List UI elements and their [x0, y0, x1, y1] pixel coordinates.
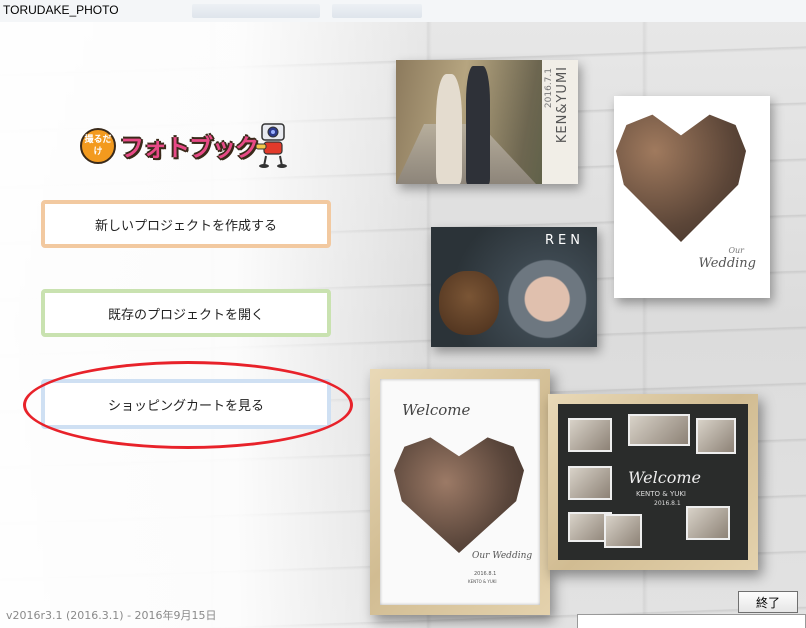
- sample-frame-chalkboard: Welcome KENTO & YUKI 2016.8.1: [548, 394, 758, 570]
- app-logo: 撮るだけ フォトブック: [80, 122, 290, 172]
- quit-button[interactable]: 終了: [738, 591, 798, 613]
- sample-photo-couple: KEN&YUMI 2016.7.1: [396, 60, 578, 184]
- logo-text: フォトブック: [120, 134, 259, 162]
- sample-photo-baby: REN: [431, 227, 597, 347]
- open-project-button[interactable]: 既存のプロジェクトを開く: [41, 289, 331, 337]
- welcome-names: KENTO & YUKI: [468, 579, 497, 584]
- shopping-cart-button[interactable]: ショッピングカートを見る: [41, 379, 331, 429]
- baby-title: REN: [545, 233, 584, 248]
- logo-badge: 撮るだけ: [80, 128, 116, 164]
- camera-mascot-icon: [256, 123, 287, 168]
- sample-frame-welcome: Welcome Our Wedding 2016.8.1 KENTO & YUK…: [370, 369, 550, 615]
- chalk-names: KENTO & YUKI: [636, 490, 686, 498]
- couple-title: KEN&YUMI: [555, 66, 570, 144]
- window-title: TORUDAKE_PHOTO: [3, 3, 119, 17]
- new-project-button[interactable]: 新しいプロジェクトを作成する: [41, 200, 331, 248]
- background-tab: [332, 4, 422, 18]
- welcome-script: Our Wedding: [472, 551, 533, 561]
- main-content: 撮るだけ フォトブック 新しいプロジェクトを作成する 既存のプロジェクトを開く …: [0, 22, 806, 628]
- chalk-date: 2016.8.1: [654, 500, 681, 507]
- partial-popup: [577, 614, 806, 628]
- background-tab: [192, 4, 320, 18]
- version-label: v2016r3.1 (2016.3.1) - 2016年9月15日: [6, 609, 217, 622]
- chalk-title: Welcome: [628, 468, 701, 487]
- couple-date: 2016.7.1: [544, 68, 554, 109]
- heart-script-small: Our: [728, 246, 744, 255]
- heart-script: Wedding: [698, 256, 757, 271]
- welcome-date: 2016.8.1: [474, 571, 497, 577]
- sample-photo-heart-collage: Our Wedding: [614, 96, 770, 298]
- welcome-title: Welcome: [402, 401, 471, 419]
- title-bar: TORUDAKE_PHOTO: [0, 0, 806, 23]
